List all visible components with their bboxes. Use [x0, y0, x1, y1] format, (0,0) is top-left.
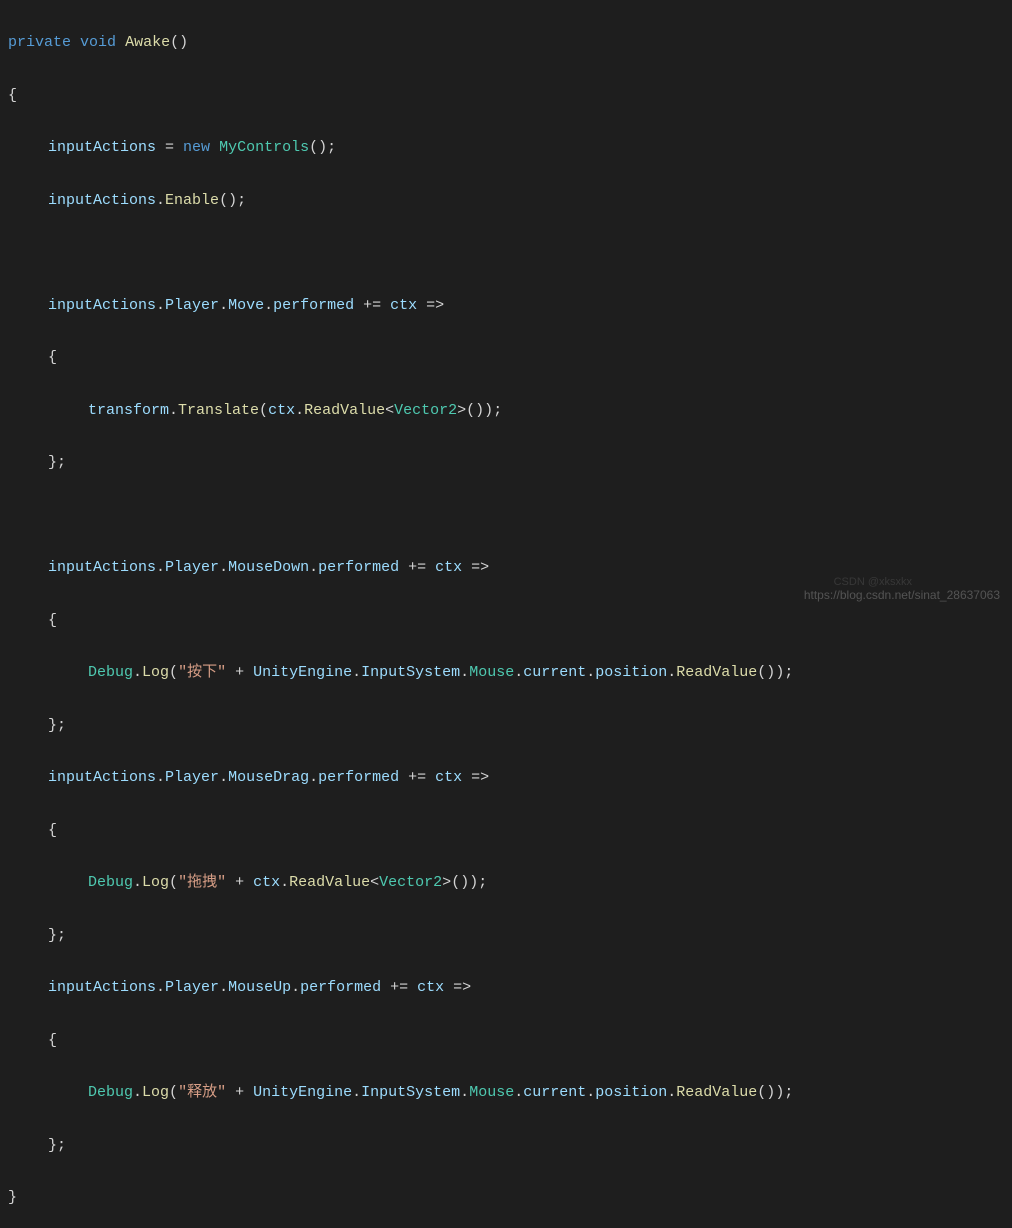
code-line: { — [8, 608, 1012, 634]
code-line: }; — [8, 923, 1012, 949]
code-line: inputActions = new MyControls(); — [8, 135, 1012, 161]
code-line: inputActions.Player.MouseUp.performed +=… — [8, 975, 1012, 1001]
code-line: { — [8, 818, 1012, 844]
code-line: { — [8, 83, 1012, 109]
code-line: Debug.Log("拖拽" + ctx.ReadValue<Vector2>(… — [8, 870, 1012, 896]
code-line: private void Awake() — [8, 30, 1012, 56]
code-line: inputActions.Player.MouseDrag.performed … — [8, 765, 1012, 791]
code-line — [8, 240, 1012, 266]
watermark-url: https://blog.csdn.net/sinat_28637063 — [804, 585, 1000, 606]
code-line: } — [8, 1185, 1012, 1211]
code-line: Debug.Log("按下" + UnityEngine.InputSystem… — [8, 660, 1012, 686]
code-line: inputActions.Player.Move.performed += ct… — [8, 293, 1012, 319]
code-line: { — [8, 1028, 1012, 1054]
code-line: }; — [8, 450, 1012, 476]
code-line: Debug.Log("释放" + UnityEngine.InputSystem… — [8, 1080, 1012, 1106]
code-line: }; — [8, 713, 1012, 739]
code-line: transform.Translate(ctx.ReadValue<Vector… — [8, 398, 1012, 424]
code-line: inputActions.Enable(); — [8, 188, 1012, 214]
code-line — [8, 503, 1012, 529]
code-editor[interactable]: private void Awake() { inputActions = ne… — [0, 4, 1012, 1228]
code-line: { — [8, 345, 1012, 371]
code-line: }; — [8, 1133, 1012, 1159]
